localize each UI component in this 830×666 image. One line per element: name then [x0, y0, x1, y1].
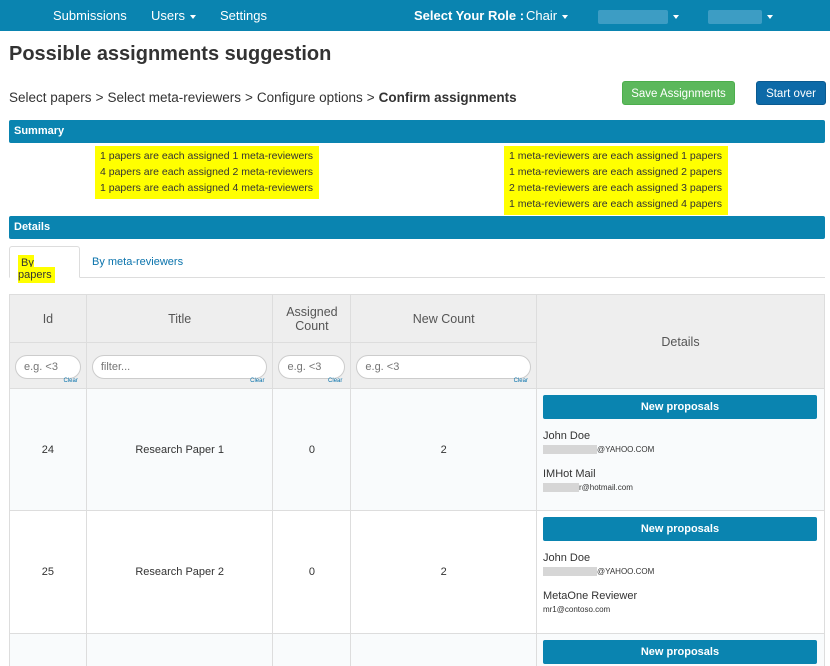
col-header-new-count[interactable]: New Count [350, 294, 537, 343]
reviewer-entry: IMHot Mail r@hotmail.com [542, 467, 818, 495]
cell-new-count [350, 633, 537, 666]
cell-new-count: 2 [350, 510, 537, 634]
breadcrumb-sep: > [366, 90, 375, 105]
summary-line: 1 meta-reviewers are each assigned 1 pap… [509, 150, 723, 162]
cell-id: 25 [9, 510, 87, 634]
filter-cell: Clear [272, 342, 352, 389]
details-tabs: By papers By meta-reviewers [9, 246, 825, 283]
user-menu[interactable] [708, 8, 773, 24]
cell-title [85, 633, 274, 666]
redacted-conference [598, 9, 668, 24]
reviewer-email: r@hotmail.com [542, 481, 818, 495]
reviewer-name: John Doe [542, 430, 591, 442]
breadcrumb-step-3: Configure options [256, 90, 363, 105]
role-value: Chair [526, 8, 558, 23]
new-count-filter-input[interactable] [356, 355, 531, 379]
chevron-down-icon [767, 14, 773, 19]
reviewer-email: @YAHOO.COM [542, 565, 818, 579]
breadcrumb-step-1: Select papers [9, 90, 92, 105]
email-suffix: @YAHOO.COM [596, 567, 655, 576]
tab-by-meta-reviewers[interactable]: By meta-reviewers [84, 246, 191, 278]
cell-id: 24 [9, 388, 87, 511]
reviewer-email: mr1@contoso.com [542, 605, 611, 614]
nav-users-label: Users [151, 8, 185, 23]
nav-settings[interactable]: Settings [220, 8, 267, 23]
redacted-email [542, 445, 597, 455]
cell-new-count: 2 [350, 388, 537, 511]
summary-meta-reviewers: 1 meta-reviewers are each assigned 1 pap… [504, 146, 729, 215]
cell-assigned: 0 [272, 388, 352, 511]
reviewer-name: IMHot Mail [542, 468, 596, 480]
col-header-assigned-count[interactable]: Assigned Count [272, 294, 352, 343]
breadcrumb-sep: > [95, 90, 104, 105]
save-assignments-button[interactable]: Save Assignments [622, 81, 735, 105]
redacted-email [542, 567, 597, 577]
summary-line: 4 papers are each assigned 2 meta-review… [100, 166, 314, 178]
col-header-details: Details [535, 294, 826, 389]
cell-assigned [272, 633, 352, 666]
top-navbar: Submissions Users Settings Select Your R… [0, 0, 830, 31]
table-row: 24 Research Paper 1 0 2 New proposals Jo… [9, 388, 826, 511]
details-header: Details [9, 216, 825, 239]
cell-details: New proposals [535, 633, 826, 666]
redacted-username [708, 9, 762, 24]
redacted-email [542, 483, 579, 493]
chevron-down-icon [189, 14, 196, 19]
new-proposals-button[interactable]: New proposals [542, 640, 817, 664]
clear-filter-link[interactable]: Clear [250, 378, 264, 384]
email-suffix: r@hotmail.com [578, 483, 633, 492]
assignments-table: Id Title Assigned Count New Count Detail… [9, 294, 826, 666]
reviewer-entry: MetaOne Reviewer mr1@contoso.com [543, 589, 818, 617]
breadcrumb-step-2: Select meta-reviewers [107, 90, 241, 105]
filter-cell: Clear [85, 342, 274, 389]
reviewer-entry: John Doe @YAHOO.COM [542, 551, 818, 579]
tab-label: By papers [18, 255, 55, 283]
col-header-title[interactable]: Title [85, 294, 274, 343]
clear-filter-link[interactable]: Clear [514, 378, 528, 384]
filter-cell: Clear [350, 342, 537, 389]
table-row: New proposals [9, 633, 826, 666]
title-filter-input[interactable] [91, 355, 268, 379]
cell-id [9, 633, 87, 666]
nav-users[interactable]: Users [151, 8, 196, 23]
col-header-id[interactable]: Id [9, 294, 87, 343]
new-proposals-button[interactable]: New proposals [542, 395, 817, 419]
table-row: 25 Research Paper 2 0 2 New proposals Jo… [9, 510, 826, 634]
cell-assigned: 0 [272, 510, 352, 634]
reviewer-name: MetaOne Reviewer [542, 590, 638, 602]
cell-title: Research Paper 1 [85, 388, 274, 511]
breadcrumb-sep: > [245, 90, 253, 105]
role-dropdown[interactable]: Chair [526, 8, 569, 23]
summary-line: 1 papers are each assigned 4 meta-review… [100, 182, 314, 194]
reviewer-entry: John Doe @YAHOO.COM [542, 429, 818, 457]
tab-by-papers[interactable]: By papers [9, 246, 80, 283]
cell-details: New proposals John Doe @YAHOO.COM MetaOn… [535, 510, 826, 634]
chevron-down-icon [673, 14, 679, 19]
start-over-button[interactable]: Start over [756, 81, 826, 105]
summary-header: Summary [9, 120, 825, 143]
reviewer-email: @YAHOO.COM [542, 443, 818, 457]
summary-line: 1 meta-reviewers are each assigned 2 pap… [509, 166, 723, 178]
filter-cell: Clear [9, 342, 87, 389]
breadcrumb-step-current: Confirm assignments [378, 90, 517, 105]
summary-line: 2 meta-reviewers are each assigned 3 pap… [509, 182, 723, 194]
summary-papers: 1 papers are each assigned 1 meta-review… [95, 146, 320, 199]
clear-filter-link[interactable]: Clear [64, 378, 78, 384]
conference-dropdown[interactable] [598, 8, 679, 24]
email-suffix: @YAHOO.COM [596, 445, 655, 454]
id-filter-input[interactable] [15, 355, 81, 379]
nav-submissions[interactable]: Submissions [53, 8, 127, 23]
reviewer-name: John Doe [542, 552, 591, 564]
cell-details: New proposals John Doe @YAHOO.COM IMHot … [535, 388, 826, 511]
summary-line: 1 papers are each assigned 1 meta-review… [100, 150, 314, 162]
assigned-count-filter-input[interactable] [278, 355, 346, 379]
cell-title: Research Paper 2 [85, 510, 274, 634]
breadcrumb: Select papers > Select meta-reviewers > Conf… [9, 90, 517, 105]
page-title: Possible assignments suggestion [9, 43, 332, 65]
chevron-down-icon [562, 14, 569, 19]
clear-filter-link[interactable]: Clear [328, 378, 342, 384]
role-label: Select Your Role : [414, 8, 525, 23]
new-proposals-button[interactable]: New proposals [542, 517, 817, 541]
summary-line: 1 meta-reviewers are each assigned 4 pap… [509, 198, 723, 210]
